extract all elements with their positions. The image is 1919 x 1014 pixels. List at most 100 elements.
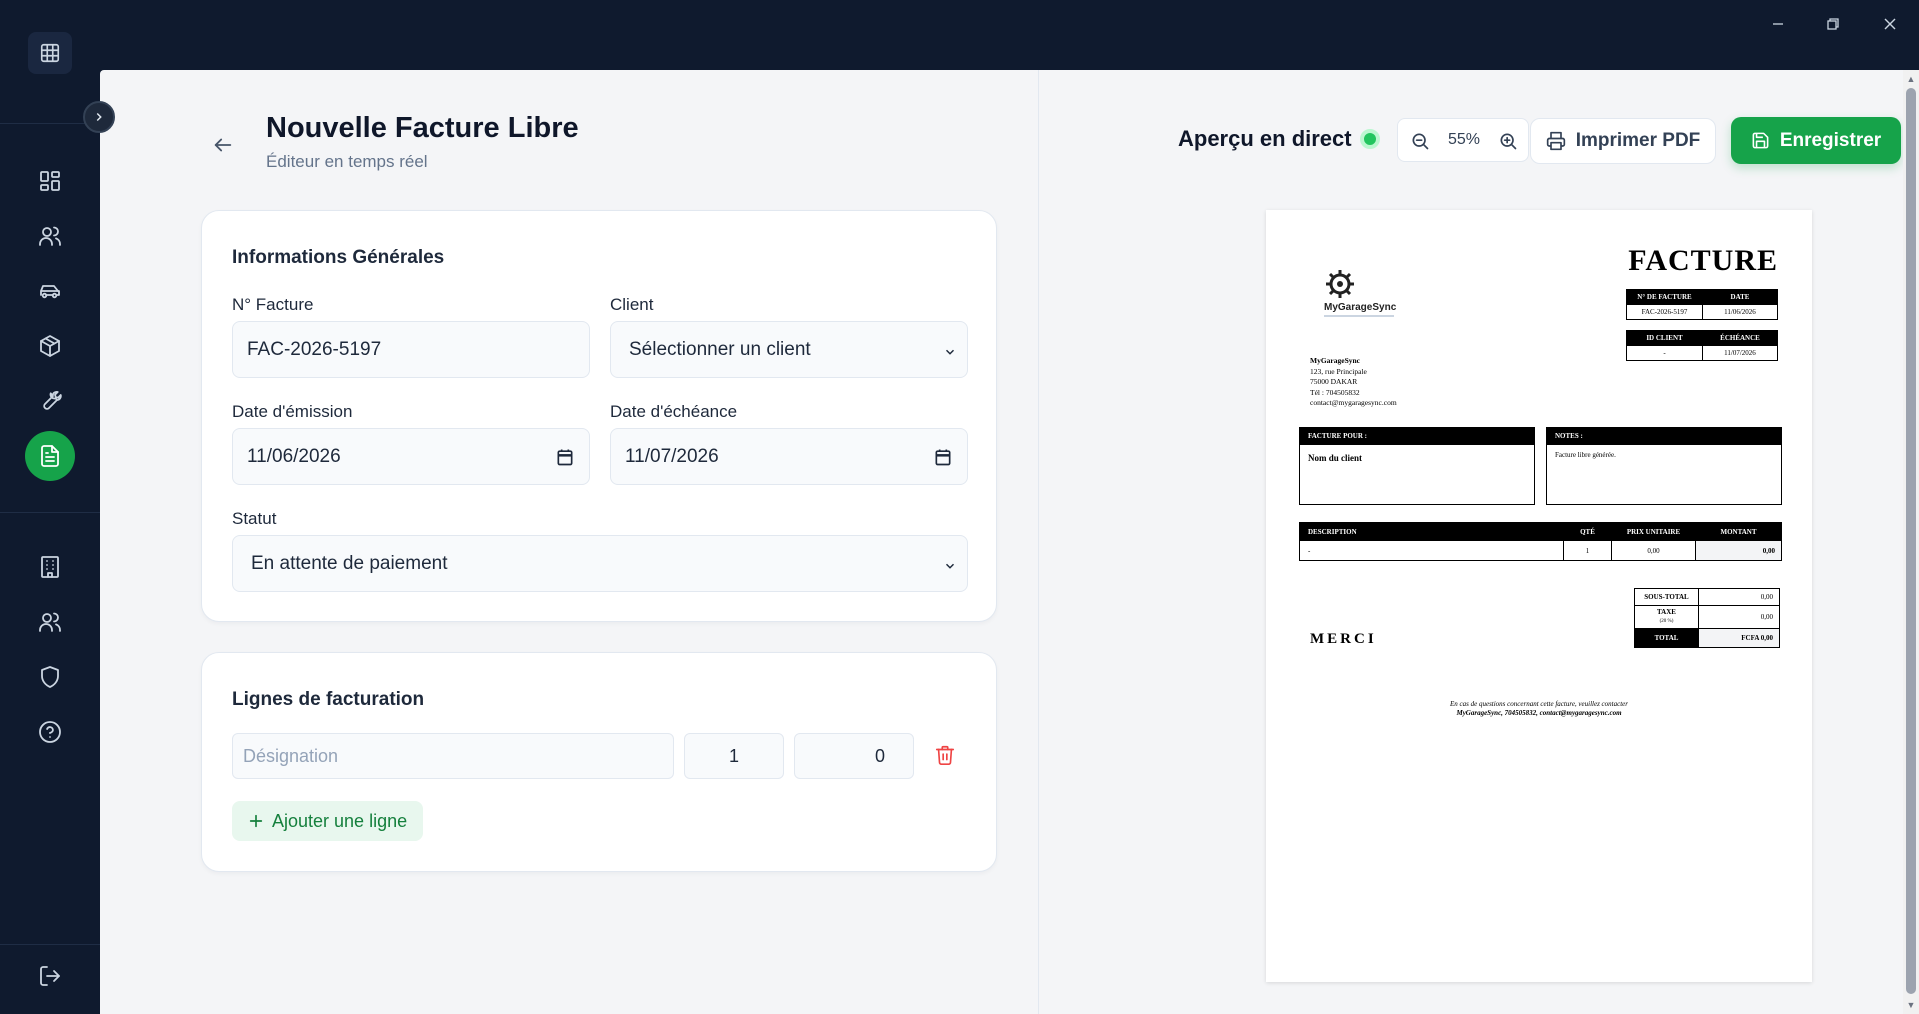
preview-pane: Aperçu en direct 55% Imprimer PDF Enregi…: [1039, 70, 1919, 1014]
unit-price-value: 0: [874, 745, 885, 766]
bill-to-name: Nom du client: [1308, 453, 1362, 463]
bill-to-header: FACTURE POUR :: [1300, 428, 1534, 445]
restore-button[interactable]: [1811, 12, 1855, 38]
thank-you-text: MERCI: [1310, 631, 1377, 647]
preview-scrollbar[interactable]: ▲ ▼: [1903, 70, 1919, 1014]
company-email: contact@mygaragesync.com: [1310, 398, 1397, 407]
quantity-input[interactable]: 1: [684, 733, 784, 779]
chevron-down-icon: [943, 343, 957, 357]
due-date-input[interactable]: 11/07/2026: [610, 428, 968, 485]
minimize-icon: [1773, 23, 1783, 25]
dashboard-icon: [40, 171, 60, 191]
users-icon: [39, 226, 61, 246]
invoice-preview: MyGarageSync FACTURE N° DE FACTURE DATE …: [1266, 210, 1812, 982]
unit-price-input[interactable]: 0: [794, 733, 914, 779]
meta-due: 11/07/2026: [1702, 345, 1778, 361]
company-name: MyGarageSync: [1310, 356, 1360, 365]
add-line-button[interactable]: Ajouter une ligne: [232, 801, 424, 841]
invoice-title: FACTURE: [1628, 244, 1778, 277]
sidebar-divider: [0, 512, 100, 513]
printer-icon: [1546, 131, 1565, 151]
print-pdf-button[interactable]: Imprimer PDF: [1530, 118, 1716, 164]
meta-number: FAC-2026-5197: [1626, 304, 1703, 320]
billing-lines-card: Lignes de facturation Désignation 1 0 Aj…: [201, 652, 997, 872]
brand-tagline-decoration: [1324, 315, 1394, 317]
live-status-indicator: [1360, 129, 1380, 149]
brand-name: MyGarageSync: [1324, 302, 1397, 313]
add-line-label: Ajouter une ligne: [272, 810, 408, 831]
scrollbar-thumb[interactable]: [1906, 88, 1916, 994]
sidebar-item-inventory[interactable]: [25, 321, 75, 371]
meta-header-due: ÉCHÉANCE: [1702, 330, 1778, 346]
sidebar-item-repairs[interactable]: [25, 376, 75, 426]
sidebar-item-invoices[interactable]: [25, 431, 75, 481]
save-icon: [1752, 132, 1769, 149]
minimize-button[interactable]: [1756, 12, 1800, 38]
close-window-button[interactable]: [1868, 12, 1912, 38]
scroll-down-icon[interactable]: ▼: [1906, 1000, 1916, 1010]
sidebar-item-help[interactable]: [25, 707, 75, 757]
help-icon: [39, 721, 61, 743]
scroll-up-icon[interactable]: ▲: [1906, 74, 1916, 84]
meta-header-date: DATE: [1702, 289, 1778, 305]
sidebar-item-team[interactable]: [25, 597, 75, 647]
address-line-2: 75000 DAKAR: [1310, 377, 1358, 386]
calendar-icon[interactable]: [933, 447, 953, 467]
zoom-out-button[interactable]: [1408, 129, 1432, 153]
tax-label: TAXE: [1657, 608, 1676, 616]
issue-date-input[interactable]: 11/06/2026: [232, 428, 590, 485]
title-bar: [0, 0, 1919, 70]
card-title: Lignes de facturation: [232, 689, 425, 710]
col-description: DESCRIPTION: [1299, 522, 1564, 541]
meta-date: 11/06/2026: [1702, 304, 1778, 320]
notes-text: Facture libre générée.: [1555, 451, 1616, 459]
zoom-out-icon: [1412, 133, 1429, 150]
close-icon: [1884, 18, 1896, 30]
meta-header-client-id: ID CLIENT: [1626, 330, 1703, 346]
zoom-level: 55%: [1447, 131, 1481, 148]
status-select[interactable]: En attente de paiement: [232, 535, 968, 592]
sidebar-item-dashboard[interactable]: [25, 156, 75, 206]
status-select-value: En attente de paiement: [251, 552, 448, 574]
sidebar-item-vehicles[interactable]: [25, 266, 75, 316]
notes-header: NOTES :: [1547, 428, 1781, 445]
zoom-in-button[interactable]: [1496, 129, 1520, 153]
delete-line-button[interactable]: [934, 744, 958, 768]
card-title: Informations Générales: [232, 247, 445, 268]
items-table: DESCRIPTION QTÉ PRIX UNITAIRE MONTANT - …: [1299, 522, 1782, 561]
client-select[interactable]: Sélectionner un client: [610, 321, 968, 378]
tax-label-cell: TAXE (20 %): [1634, 605, 1699, 629]
footer-line-2: MyGarageSync, 704505832, contact@mygarag…: [1456, 709, 1622, 717]
row-amount: 0,00: [1695, 540, 1782, 561]
sidebar-toggle-button[interactable]: [83, 101, 115, 133]
plus-icon: [249, 814, 263, 828]
company-address: MyGarageSync 123, rue Principale 75000 D…: [1310, 356, 1397, 409]
logout-icon: [40, 966, 60, 986]
sidebar-item-logout[interactable]: [25, 951, 75, 1001]
sidebar-item-security[interactable]: [25, 652, 75, 702]
sidebar-item-company[interactable]: [25, 542, 75, 592]
sidebar-item-clients[interactable]: [25, 211, 75, 261]
wrench-icon: [43, 390, 62, 410]
page-subtitle: Éditeur en temps réel: [266, 152, 428, 171]
row-description: -: [1299, 540, 1564, 561]
company-phone: Tél : 704505832: [1310, 387, 1360, 397]
designation-input[interactable]: Désignation: [232, 733, 674, 779]
back-button[interactable]: [208, 130, 238, 160]
invoice-icon: [41, 445, 59, 467]
general-info-card: Informations Générales N° Facture FAC-20…: [201, 210, 997, 622]
main-content: Nouvelle Facture Libre Éditeur en temps …: [100, 70, 1919, 1014]
app-grid-button[interactable]: [28, 32, 72, 74]
invoice-number-input[interactable]: FAC-2026-5197: [232, 321, 590, 378]
col-unit-price: PRIX UNITAIRE: [1611, 522, 1696, 541]
calendar-icon[interactable]: [555, 447, 575, 467]
building-icon: [41, 556, 59, 578]
save-button[interactable]: Enregistrer: [1731, 117, 1901, 164]
client-label: Client: [610, 295, 654, 314]
gear-icon: [1326, 270, 1354, 298]
subtotal-label: SOUS-TOTAL: [1634, 588, 1699, 606]
zoom-in-icon: [1500, 133, 1517, 150]
notes-box: NOTES : Facture libre générée.: [1546, 427, 1782, 505]
invoice-number-label: N° Facture: [232, 295, 314, 314]
col-qty: QTÉ: [1563, 522, 1612, 541]
